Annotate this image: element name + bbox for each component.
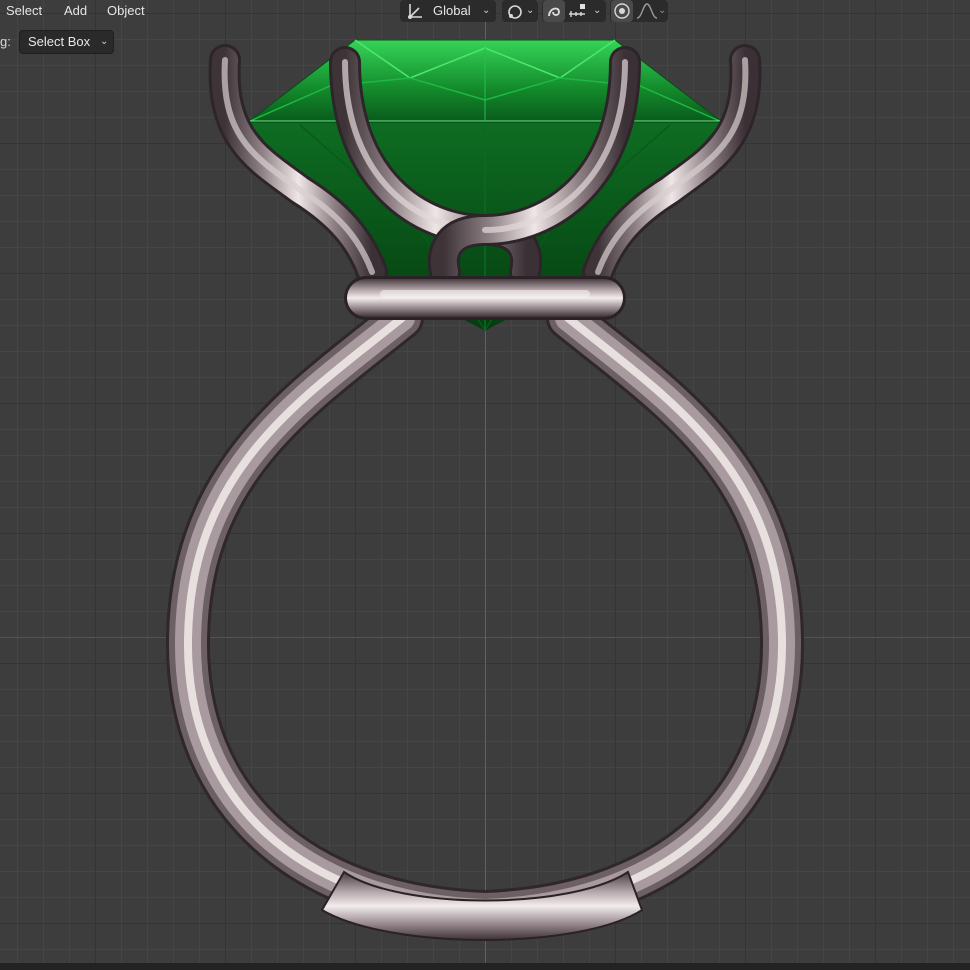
select-box-dropdown[interactable]: Select Box ⌄ bbox=[19, 30, 114, 54]
viewport-header: Select Add Object Global ⌄ ⌄ ⌄ ⌄ bbox=[0, 0, 970, 22]
pivot-point-dropdown[interactable]: ⌄ bbox=[502, 0, 538, 22]
pivot-icon bbox=[508, 5, 522, 19]
snap-icon[interactable] bbox=[543, 0, 565, 22]
ring-shank bbox=[165, 296, 805, 935]
chevron-down-icon: ⌄ bbox=[526, 5, 535, 16]
proportional-edit-icon[interactable] bbox=[611, 0, 633, 22]
snap-group[interactable]: ⌄ bbox=[542, 0, 606, 22]
menu-add[interactable]: Add bbox=[58, 0, 93, 22]
3d-viewport[interactable] bbox=[0, 0, 970, 970]
chevron-down-icon: ⌄ bbox=[100, 36, 109, 47]
menu-object[interactable]: Object bbox=[101, 0, 151, 22]
transform-orientation-label: Global bbox=[433, 3, 471, 18]
collar bbox=[344, 276, 626, 320]
snap-increment-icon[interactable] bbox=[567, 1, 589, 21]
falloff-curve-icon[interactable] bbox=[636, 1, 658, 21]
chevron-down-icon: ⌄ bbox=[593, 5, 602, 16]
menu-select[interactable]: Select bbox=[0, 0, 48, 22]
transform-orientation-dropdown[interactable]: Global ⌄ bbox=[400, 0, 496, 22]
bottom-edge bbox=[0, 963, 970, 970]
ring-model[interactable] bbox=[0, 0, 970, 970]
select-box-label: Select Box bbox=[28, 34, 91, 49]
proportional-edit-group[interactable]: ⌄ bbox=[610, 0, 668, 22]
chevron-down-icon: ⌄ bbox=[482, 5, 491, 16]
chevron-down-icon: ⌄ bbox=[658, 5, 667, 16]
transform-orientation-icon bbox=[408, 4, 422, 19]
drag-label: g: bbox=[0, 34, 11, 49]
